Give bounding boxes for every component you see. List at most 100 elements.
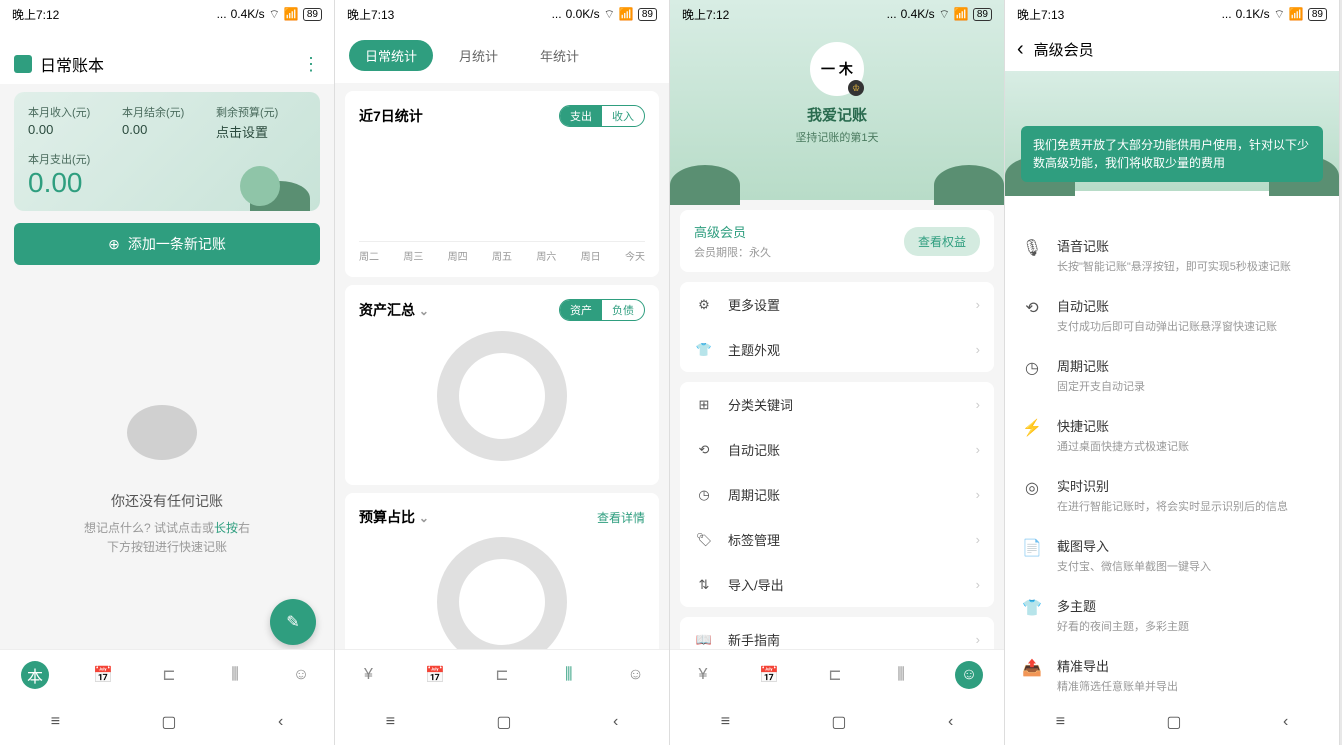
sys-back-icon[interactable]: ‹ bbox=[1283, 713, 1288, 731]
feature-screenshot[interactable]: 📄截图导入支付宝、微信账单截图一键导入 bbox=[1005, 525, 1339, 585]
ledger-title[interactable]: 日常账本 bbox=[40, 52, 302, 76]
nav-assets[interactable]: ⊏ bbox=[157, 663, 181, 687]
more-icon[interactable]: ⋮ bbox=[302, 54, 320, 75]
detail-link[interactable]: 查看详情 bbox=[597, 509, 645, 526]
system-nav: ≡ ▢ ‹ bbox=[335, 699, 669, 745]
budget-label: 剩余预算(元) bbox=[216, 104, 286, 120]
add-record-button[interactable]: ⊕ 添加一条新记账 bbox=[14, 223, 320, 265]
feature-voice[interactable]: 🎙语音记账长按"智能记账"悬浮按钮，即可实现5秒极速记账 bbox=[1005, 225, 1339, 285]
item-tags[interactable]: 🏷标签管理› bbox=[680, 517, 994, 562]
feature-recognize[interactable]: ◎实时识别在进行智能记账时，将会实时显示识别后的信息 bbox=[1005, 465, 1339, 525]
profile-hero: 一 木 ♔ 我爱记账 坚持记账的第1天 bbox=[670, 0, 1004, 200]
balance-label: 本月结余(元) bbox=[122, 104, 192, 120]
feature-themes[interactable]: 👕多主题好看的夜间主题，多彩主题 bbox=[1005, 585, 1339, 645]
status-time: 晚上7:13 bbox=[347, 6, 394, 23]
sys-home-icon[interactable]: ▢ bbox=[496, 712, 511, 732]
mic-icon: 🎙 bbox=[1021, 236, 1043, 274]
clock-icon: ◷ bbox=[1021, 356, 1043, 394]
nav-me[interactable]: ☺ bbox=[289, 663, 313, 687]
item-keywords[interactable]: ⊞分类关键词› bbox=[680, 382, 994, 427]
wifi-icon: ⌔ bbox=[269, 7, 280, 22]
item-more-settings[interactable]: ⚙更多设置› bbox=[680, 282, 994, 327]
pill-debt[interactable]: 负债 bbox=[602, 300, 644, 320]
status-bar: 晚上7:12 ...0.4K/s ⌔ 📶 89 bbox=[0, 0, 334, 28]
pill-income[interactable]: 收入 bbox=[602, 106, 644, 126]
avatar[interactable]: 一 木 ♔ bbox=[810, 42, 864, 96]
status-time: 晚上7:12 bbox=[682, 6, 729, 23]
nav-me[interactable]: ☺ bbox=[624, 663, 648, 687]
nav-ledger[interactable]: ¥ bbox=[691, 663, 715, 687]
item-auto[interactable]: ⟲自动记账› bbox=[680, 427, 994, 472]
nav-calendar[interactable]: 📅 bbox=[423, 663, 447, 687]
back-icon[interactable]: ‹ bbox=[1017, 38, 1024, 61]
status-time: 晚上7:13 bbox=[1017, 6, 1064, 23]
vip-benefits-button[interactable]: 查看权益 bbox=[904, 227, 980, 256]
sys-back-icon[interactable]: ‹ bbox=[278, 713, 283, 731]
page-header: ‹ 高级会员 bbox=[1005, 28, 1339, 71]
item-cycle[interactable]: ◷周期记账› bbox=[680, 472, 994, 517]
item-theme[interactable]: 👕主题外观› bbox=[680, 327, 994, 372]
sys-home-icon[interactable]: ▢ bbox=[831, 712, 846, 732]
nav-calendar[interactable]: 📅 bbox=[757, 663, 781, 687]
bottom-nav: ¥ 📅 ⊏ ⫼ ☺ bbox=[670, 649, 1004, 699]
feature-auto[interactable]: ⟲自动记账支付成功后即可自动弹出记账悬浮窗快速记账 bbox=[1005, 285, 1339, 345]
balance-value: 0.00 bbox=[122, 122, 192, 141]
pill-group-2: 资产 负债 bbox=[559, 299, 645, 321]
export-icon: 📤 bbox=[1021, 656, 1043, 694]
sys-menu-icon[interactable]: ≡ bbox=[386, 713, 395, 731]
tab-yearly[interactable]: 年统计 bbox=[524, 40, 595, 71]
item-import-export[interactable]: ⇅导入/导出› bbox=[680, 562, 994, 607]
io-icon: ⇅ bbox=[694, 577, 714, 593]
status-time: 晚上7:12 bbox=[12, 6, 59, 23]
info-banner: 我们免费开放了大部分功能供用户使用，针对以下少数高级功能，我们将收取少量的费用 bbox=[1021, 126, 1323, 182]
nav-assets[interactable]: ⊏ bbox=[823, 663, 847, 687]
sys-menu-icon[interactable]: ≡ bbox=[721, 713, 730, 731]
vip-card[interactable]: 高级会员 会员期限：永久 查看权益 bbox=[680, 210, 994, 272]
tab-monthly[interactable]: 月统计 bbox=[443, 40, 514, 71]
feature-quick[interactable]: ⚡快捷记账通过桌面快捷方式极速记账 bbox=[1005, 405, 1339, 465]
nav-ledger[interactable]: ¥ bbox=[356, 663, 380, 687]
book-icon bbox=[14, 55, 32, 73]
bottom-nav: ¥ 📅 ⊏ ⫼ ☺ bbox=[335, 649, 669, 699]
battery-icon: 89 bbox=[303, 8, 322, 21]
theme-icon: 👕 bbox=[1021, 596, 1043, 634]
sys-back-icon[interactable]: ‹ bbox=[948, 713, 953, 731]
quick-record-fab[interactable]: ✎ bbox=[270, 599, 316, 645]
system-nav: ≡ ▢ ‹ bbox=[1005, 699, 1339, 745]
nav-calendar[interactable]: 📅 bbox=[91, 663, 115, 687]
nav-ledger[interactable]: 本 bbox=[21, 661, 49, 689]
settings-group-1: ⚙更多设置› 👕主题外观› bbox=[680, 282, 994, 372]
settings-group-2: ⊞分类关键词› ⟲自动记账› ◷周期记账› 🏷标签管理› ⇅导入/导出› bbox=[680, 382, 994, 607]
note-icon: ✎ bbox=[286, 612, 299, 632]
feature-cycle[interactable]: ◷周期记账固定开支自动记录 bbox=[1005, 345, 1339, 405]
system-nav: ≡ ▢ ‹ bbox=[0, 699, 334, 745]
nav-stats[interactable]: ⫼ bbox=[223, 663, 247, 687]
nav-assets[interactable]: ⊏ bbox=[490, 663, 514, 687]
sys-back-icon[interactable]: ‹ bbox=[613, 713, 618, 731]
sys-menu-icon[interactable]: ≡ bbox=[51, 713, 60, 731]
feature-export[interactable]: 📤精准导出精准筛选任意账单并导出 bbox=[1005, 645, 1339, 705]
status-bar: 晚上7:12 ...0.4K/s⌔📶89 bbox=[670, 0, 1004, 28]
card-title[interactable]: 资产汇总 ⌄ bbox=[359, 300, 429, 320]
gear-icon: ⚙ bbox=[694, 297, 714, 313]
nav-me[interactable]: ☺ bbox=[955, 661, 983, 689]
plant-decoration bbox=[670, 115, 780, 205]
pill-assets[interactable]: 资产 bbox=[560, 300, 602, 320]
donut-chart-budget bbox=[437, 537, 567, 667]
screen-home: 晚上7:12 ...0.4K/s ⌔ 📶 89 日常账本 ⋮ 本月收入(元) 本… bbox=[0, 0, 335, 745]
sys-menu-icon[interactable]: ≡ bbox=[1056, 713, 1065, 731]
sys-home-icon[interactable]: ▢ bbox=[1166, 712, 1181, 732]
bottom-nav: 本 📅 ⊏ ⫼ ☺ bbox=[0, 649, 334, 699]
nav-stats[interactable]: ⫼ bbox=[889, 663, 913, 687]
summary-card[interactable]: 本月收入(元) 本月结余(元) 剩余预算(元) 0.00 0.00 点击设置 本… bbox=[14, 92, 320, 211]
auto-icon: ⟲ bbox=[1021, 296, 1043, 334]
pill-group-1: 支出 收入 bbox=[559, 105, 645, 127]
card-title[interactable]: 预算占比 ⌄ bbox=[359, 507, 429, 527]
pill-expense[interactable]: 支出 bbox=[560, 106, 602, 126]
nav-stats[interactable]: ⫼ bbox=[557, 663, 581, 687]
line-chart bbox=[359, 137, 645, 242]
tab-daily[interactable]: 日常统计 bbox=[349, 40, 433, 71]
page-title: 高级会员 bbox=[1034, 39, 1094, 60]
sys-home-icon[interactable]: ▢ bbox=[161, 712, 176, 732]
vip-hero: 我们免费开放了大部分功能供用户使用，针对以下少数高级功能，我们将收取少量的费用 bbox=[1005, 71, 1339, 191]
